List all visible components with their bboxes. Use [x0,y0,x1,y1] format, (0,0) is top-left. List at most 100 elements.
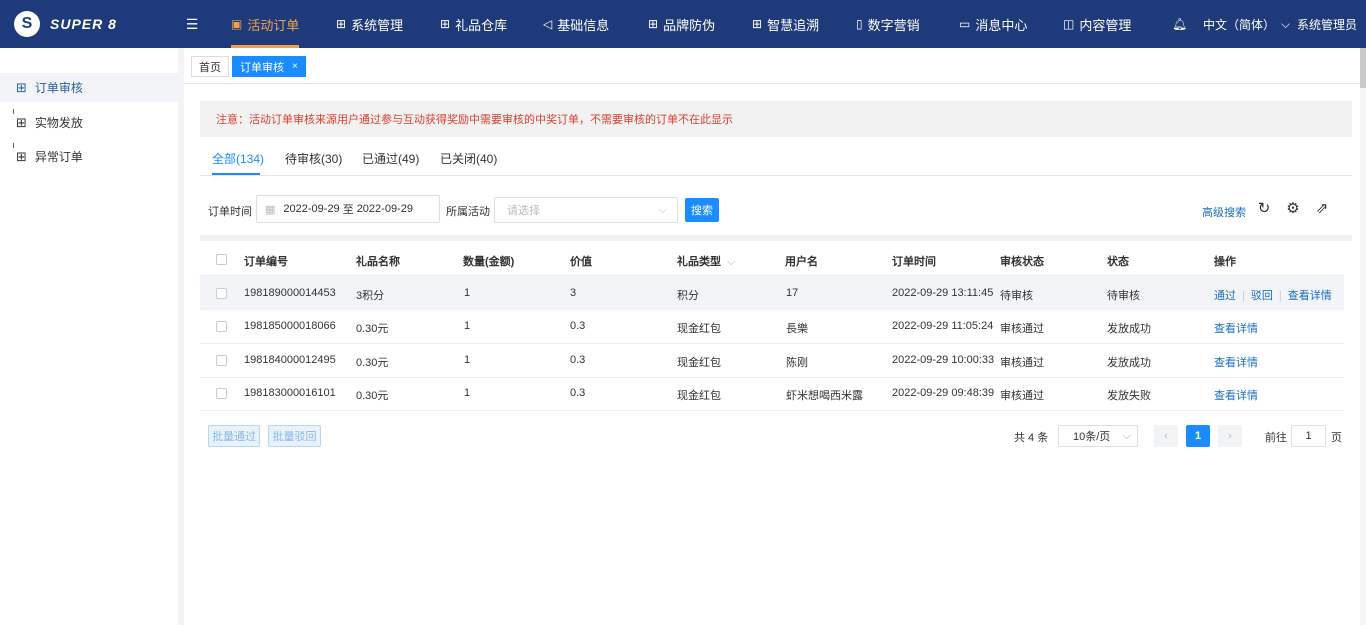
row-checkbox[interactable] [216,355,227,366]
apps-icon: ⊞ [16,114,27,130]
view-details-link[interactable]: 查看详情 [1214,387,1258,403]
gear-icon[interactable]: ⚙ [1284,200,1302,218]
tab-all[interactable]: 全部(134) [212,150,264,167]
close-icon[interactable]: × [292,61,298,72]
nav-item-gift-warehouse[interactable]: ⊞ 礼品仓库 [440,0,507,48]
status: 发放成功 [1107,323,1151,335]
menu-fold-icon[interactable]: ☰ [184,16,200,32]
view-details-link[interactable]: 查看详情 [1214,354,1258,370]
notice-banner: 注意：活动订单审核来源用户通过参与互动获得奖励中需要审核的中奖订单，不需要审核的… [200,101,1352,137]
refresh-icon[interactable]: ↻ [1255,200,1273,218]
batch-reject-button[interactable]: 批量驳回 [268,425,321,447]
approve-link[interactable]: 通过 [1214,290,1236,302]
scrollbar-track[interactable] [1360,48,1366,625]
user-name-cell: 陈刚 [786,357,808,369]
nav-item-digital-marketing[interactable]: ▯ 数字营销 [856,0,920,48]
advanced-search-link[interactable]: 高级搜索 [1202,204,1246,220]
logo[interactable]: S SUPER 8 [14,10,117,38]
gift-name: 0.30元 [356,357,389,369]
status: 待审核 [1107,290,1140,302]
view-details-link[interactable]: 查看详情 [1288,290,1332,302]
batch-approve-button[interactable]: 批量通过 [208,425,260,447]
goto-page-input[interactable]: 1 [1291,425,1326,447]
status: 发放失败 [1107,390,1151,402]
tab-home[interactable]: 首页 [191,56,229,77]
nav-item-brand-anticounterfeit[interactable]: ⊞ 品牌防伪 [648,0,715,48]
speaker-icon: ◁ [543,17,553,31]
user-name[interactable]: 系统管理员 [1297,0,1357,48]
sidebar-item-physical-distribution[interactable]: ⊞ 实物发放 [0,108,184,137]
nav-label: 礼品仓库 [455,17,508,33]
table-top-strip [200,235,1352,241]
nav-label: 消息中心 [975,17,1028,33]
image-icon: ▭ [959,17,971,31]
nav-item-content[interactable]: ◫ 内容管理 [1063,0,1131,48]
audit-status: 审核通过 [1000,357,1044,369]
chevron-down-icon: ⌵ [658,203,667,216]
order-time: 2022-09-29 11:05:24 [892,320,994,332]
nav-item-system[interactable]: ⊞ 系统管理 [336,0,403,48]
order-icon: ▣ [231,17,243,31]
activity-select[interactable]: 请选择 ⌵ [494,197,678,223]
chevron-down-icon: ⌵ [1281,16,1291,31]
language-select[interactable]: 中文（简体） ⌵ [1203,0,1290,48]
nav-item-activity-orders[interactable]: ▣ 活动订单 [231,0,300,48]
row-checkbox[interactable] [216,288,227,299]
row-checkbox[interactable] [216,321,227,332]
value: 0.3 [570,387,586,399]
audit-status: 审核通过 [1000,323,1044,335]
apps-icon: ⊞ [440,17,451,31]
nav-item-basic-info[interactable]: ◁ 基础信息 [543,0,609,48]
tab-approved[interactable]: 已通过(49) [362,150,419,167]
order-time: 2022-09-29 09:48:39 [892,387,995,399]
phone-icon: ▯ [856,17,863,31]
tab-pending[interactable]: 待审核(30) [285,150,342,167]
page-number-current[interactable]: 1 [1186,425,1210,447]
nav-label: 活动订单 [247,17,300,33]
activity-placeholder: 请选择 [507,205,540,217]
scrollbar-thumb[interactable] [1360,48,1366,88]
pagination-total: 共 4 条 [1014,432,1049,444]
gift-type: 现金红包 [677,357,721,369]
tabs-divider [200,175,1352,176]
nav-item-message-center[interactable]: ▭ 消息中心 [959,0,1027,48]
audit-status: 审核通过 [1000,390,1044,402]
row-actions: 通过 | 驳回 | 查看详情 [1214,287,1332,303]
prev-page-button[interactable]: ‹ [1154,425,1178,447]
nav-label: 数字营销 [867,17,920,33]
apps-icon: ⊞ [16,79,27,95]
page-size-select[interactable]: 10条/页 ⌵ [1058,425,1138,447]
gift-name: 0.30元 [356,390,389,402]
user-name-cell: 17 [786,287,799,299]
view-details-link[interactable]: 查看详情 [1214,320,1258,336]
reject-link[interactable]: 驳回 [1251,290,1273,302]
gift-type: 现金红包 [677,390,721,402]
nav-item-trace[interactable]: ⊞ 智慧追溯 [752,0,819,48]
tab-order-review[interactable]: 订单审核 × [232,56,306,77]
quantity: 1 [464,387,471,399]
tab-label: 首页 [199,61,221,74]
sidebar-item-label: 异常订单 [34,150,83,164]
activity-label: 所属活动 [446,206,490,218]
nav-label: 基础信息 [557,17,610,33]
apps-icon: ⊞ [336,17,347,31]
user-name-cell: 虾米想喝西米露 [786,390,863,402]
status: 发放成功 [1107,357,1151,369]
date-end: 2022-09-29 [356,203,413,215]
gift-name: 0.30元 [356,323,389,335]
export-icon[interactable]: ⇗ [1313,200,1331,218]
gift-type: 积分 [677,290,699,302]
sidebar-item-order-review[interactable]: ⊞ 订单审核 [0,73,184,102]
search-button[interactable]: 搜索 [685,198,719,222]
date-range-picker[interactable]: ▦ 2022-09-29 至 2022-09-29 [256,195,440,223]
bell-icon[interactable]: 🔔︎ [1172,0,1187,48]
row-checkbox[interactable] [216,388,227,399]
sidebar-item-abnormal-orders[interactable]: ⊞ 异常订单 [0,142,184,171]
tab-closed[interactable]: 已关闭(40) [440,150,497,167]
logo-mark: S [14,11,40,37]
next-page-button[interactable]: › [1218,425,1242,447]
order-time-label: 订单时间 [208,206,252,218]
date-separator: 至 [342,204,354,216]
calendar-icon: ▦ [265,203,276,216]
value: 0.3 [570,354,586,366]
